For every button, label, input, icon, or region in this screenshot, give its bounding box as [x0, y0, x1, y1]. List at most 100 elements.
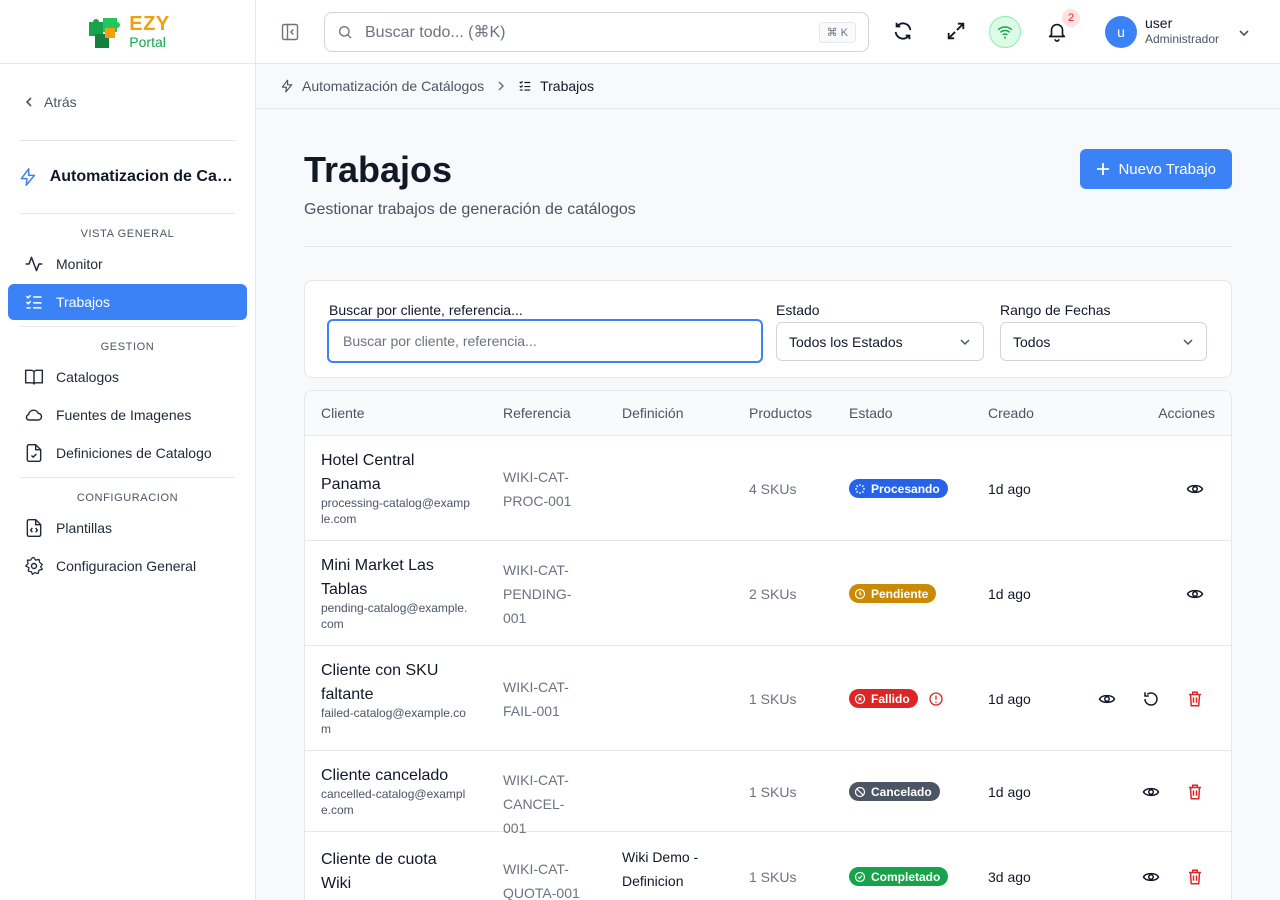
topbar: Buscar todo... (⌘K) ⌘ K 2 u user Adminis… — [256, 0, 1280, 64]
view-button[interactable] — [1142, 783, 1160, 806]
status-badge: Procesando — [849, 479, 948, 500]
global-search-input[interactable]: Buscar todo... (⌘K) ⌘ K — [324, 12, 869, 52]
view-button[interactable] — [1142, 868, 1160, 891]
refresh-icon — [894, 22, 912, 40]
client-name: Cliente con SKU faltante — [321, 662, 439, 703]
wifi-icon — [997, 26, 1013, 39]
job-reference: WIKI-CAT-PENDING-001 — [503, 562, 572, 626]
sidebar-item-trabajos[interactable]: Trabajos — [8, 284, 247, 320]
loader-icon — [855, 483, 865, 494]
delete-button[interactable] — [1186, 690, 1204, 713]
sidebar-item-label: Monitor — [56, 256, 103, 272]
table-row[interactable]: Cliente con SKU faltante failed-catalog@… — [305, 646, 1231, 751]
avatar[interactable]: u — [1105, 16, 1137, 48]
sidebar-item-definiciones[interactable]: Definiciones de Catalogo — [8, 435, 247, 471]
client-name: Cliente de cuota Wiki — [321, 851, 437, 892]
products-count: 1 SKUs — [749, 784, 797, 800]
sidebar-item-label: Catalogos — [56, 369, 120, 385]
table-row[interactable]: Cliente cancelado cancelled-catalog@exam… — [305, 751, 1231, 836]
brand-ezy: EZY — [129, 13, 170, 35]
column-header[interactable]: Referencia — [503, 405, 571, 421]
user-name: user — [1145, 15, 1173, 31]
delete-button[interactable] — [1186, 868, 1204, 891]
sidebar-item-plantillas[interactable]: Plantillas — [8, 510, 247, 546]
back-link[interactable]: Atrás — [0, 64, 255, 140]
column-header[interactable]: Estado — [849, 405, 893, 421]
list-checks-icon — [519, 80, 531, 91]
alert-circle-icon[interactable] — [928, 691, 944, 707]
created-date: 3d ago — [988, 869, 1031, 885]
user-role: Administrador — [1145, 31, 1220, 46]
chevron-down-icon — [1239, 30, 1249, 37]
section-label-vista-general: VISTA GENERAL — [80, 228, 175, 240]
view-button[interactable] — [1186, 585, 1204, 608]
sidebar-toggle-button[interactable] — [280, 22, 300, 47]
job-reference: WIKI-CAT-CANCEL-001 — [503, 772, 569, 836]
sidebar-item-label: Definiciones de Catalogo — [56, 445, 212, 461]
sidebar-item-fuentes-imagenes[interactable]: Fuentes de Imagenes — [8, 397, 247, 433]
search-shortcut-badge: ⌘ K — [818, 21, 856, 43]
fullscreen-button[interactable] — [945, 20, 967, 47]
status-badge: Cancelado — [849, 782, 940, 803]
jobs-table: Cliente Referencia Definición Productos … — [304, 390, 1232, 900]
date-select-value: Todos — [1013, 333, 1051, 350]
connection-status-button[interactable] — [989, 16, 1021, 48]
back-label: Atrás — [44, 94, 77, 110]
status-filter-label: Estado — [776, 302, 820, 318]
status-select[interactable]: Todos los Estados — [776, 322, 984, 361]
retry-button[interactable] — [1142, 690, 1160, 713]
status-badge: Pendiente — [849, 584, 937, 605]
chevron-right-icon — [498, 81, 505, 91]
new-job-label: Nuevo Trabajo — [1118, 160, 1216, 178]
chevron-left-icon — [25, 97, 32, 107]
table-row[interactable]: Mini Market Las Tablas pending-catalog@e… — [305, 541, 1231, 646]
products-count: 1 SKUs — [749, 691, 797, 707]
client-search-input[interactable]: Buscar por cliente, referencia... — [327, 319, 763, 363]
client-name: Mini Market Las Tablas — [321, 557, 434, 598]
delete-button[interactable] — [1186, 783, 1204, 806]
status-label: Procesando — [871, 481, 940, 496]
view-button[interactable] — [1186, 480, 1204, 503]
eye-icon — [1142, 872, 1160, 882]
job-reference: WIKI-CAT-QUOTA-001 — [503, 861, 580, 900]
brand-logo[interactable]: EZY Portal — [0, 0, 255, 64]
status-label: Completado — [871, 869, 941, 884]
status-select-value: Todos los Estados — [789, 333, 903, 350]
column-header[interactable]: Productos — [749, 405, 812, 421]
x-circle-icon — [854, 693, 866, 704]
table-row[interactable]: Cliente de cuota Wiki WIKI-CAT-QUOTA-001… — [305, 832, 1231, 900]
client-email: processing-catalog@example.com — [321, 496, 470, 526]
user-menu[interactable]: user Administrador — [1145, 15, 1219, 46]
column-header[interactable]: Cliente — [321, 405, 365, 421]
client-name: Cliente cancelado — [321, 767, 449, 784]
view-button[interactable] — [1098, 690, 1116, 713]
user-menu-chevron[interactable] — [1238, 26, 1250, 44]
breadcrumb-parent[interactable]: Automatización de Catálogos — [302, 78, 484, 94]
notifications-count-badge: 2 — [1062, 9, 1080, 27]
zap-icon — [20, 168, 36, 186]
date-range-select[interactable]: Todos — [1000, 322, 1207, 361]
column-header[interactable]: Definición — [622, 405, 683, 421]
new-job-button[interactable]: Nuevo Trabajo — [1080, 149, 1232, 189]
section-label-configuracion: CONFIGURACION — [76, 492, 179, 504]
refresh-button[interactable] — [892, 20, 914, 47]
column-header[interactable]: Creado — [988, 405, 1034, 421]
products-count: 4 SKUs — [749, 481, 797, 497]
sidebar-item-label: Configuracion General — [56, 558, 197, 574]
breadcrumb: Automatización de Catálogos Trabajos — [256, 64, 1280, 109]
section-label-gestion: GESTION — [100, 341, 155, 353]
search-placeholder: Buscar todo... (⌘K) — [365, 24, 506, 41]
chevron-down-icon — [960, 338, 970, 345]
filters-panel: Buscar por cliente, referencia... Buscar… — [304, 280, 1232, 378]
date-filter-label: Rango de Fechas — [1000, 302, 1111, 318]
sidebar-item-monitor[interactable]: Monitor — [8, 246, 247, 282]
job-reference: WIKI-CAT-PROC-001 — [503, 469, 572, 509]
sidebar-item-catalogos[interactable]: Catalogos — [8, 359, 247, 395]
eye-icon — [1186, 484, 1204, 494]
trash-icon — [1189, 691, 1201, 707]
search-filter-label: Buscar por cliente, referencia... — [329, 302, 523, 318]
table-row[interactable]: Hotel Central Panama processing-catalog@… — [305, 436, 1231, 541]
sidebar-item-label: Fuentes de Imagenes — [56, 407, 192, 423]
sidebar-item-configuracion-general[interactable]: Configuracion General — [8, 548, 247, 584]
chevron-down-icon — [1183, 338, 1193, 345]
